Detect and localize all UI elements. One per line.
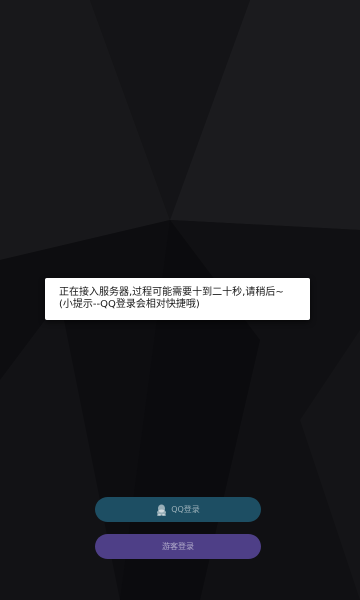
loading-dialog: 正在接入服务器,过程可能需要十到二十秒,请稍后~ (小提示--QQ登录会相对快捷… — [45, 278, 310, 320]
loading-message: 正在接入服务器,过程可能需要十到二十秒,请稍后~ — [59, 287, 284, 298]
qq-login-button[interactable]: QQ登录 — [95, 497, 261, 522]
guest-login-label: 游客登录 — [162, 542, 194, 551]
login-screen: 正在接入服务器,过程可能需要十到二十秒,请稍后~ (小提示--QQ登录会相对快捷… — [0, 0, 360, 600]
loading-tip: (小提示--QQ登录会相对快捷哦) — [59, 299, 200, 310]
guest-login-button[interactable]: 游客登录 — [95, 534, 261, 559]
qq-login-label: QQ登录 — [171, 505, 200, 514]
qq-penguin-icon — [157, 504, 167, 516]
